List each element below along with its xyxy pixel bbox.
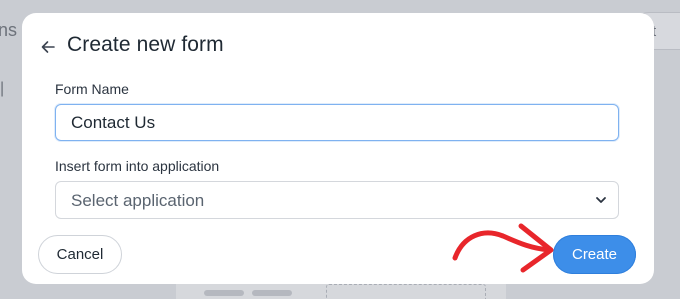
application-select[interactable]: Select application <box>55 181 619 219</box>
background-dropzone <box>326 284 486 299</box>
arrow-left-icon <box>41 41 55 53</box>
background-text-fragment: ns <box>0 20 18 40</box>
back-button[interactable] <box>37 36 59 58</box>
modal-title: Create new form <box>67 33 224 56</box>
background-placeholder-bar <box>252 290 292 296</box>
create-button[interactable]: Create <box>553 235 636 274</box>
chevron-down-icon <box>596 197 606 203</box>
application-label: Insert form into application <box>55 158 220 174</box>
form-name-label: Form Name <box>55 81 129 97</box>
background-divider: | <box>0 80 5 97</box>
form-name-input[interactable] <box>55 104 619 141</box>
cancel-button[interactable]: Cancel <box>38 235 122 274</box>
application-select-value: Select application <box>71 191 205 210</box>
background-placeholder-bar <box>204 290 244 296</box>
create-form-modal: Create new form Form Name Insert form in… <box>22 13 654 284</box>
